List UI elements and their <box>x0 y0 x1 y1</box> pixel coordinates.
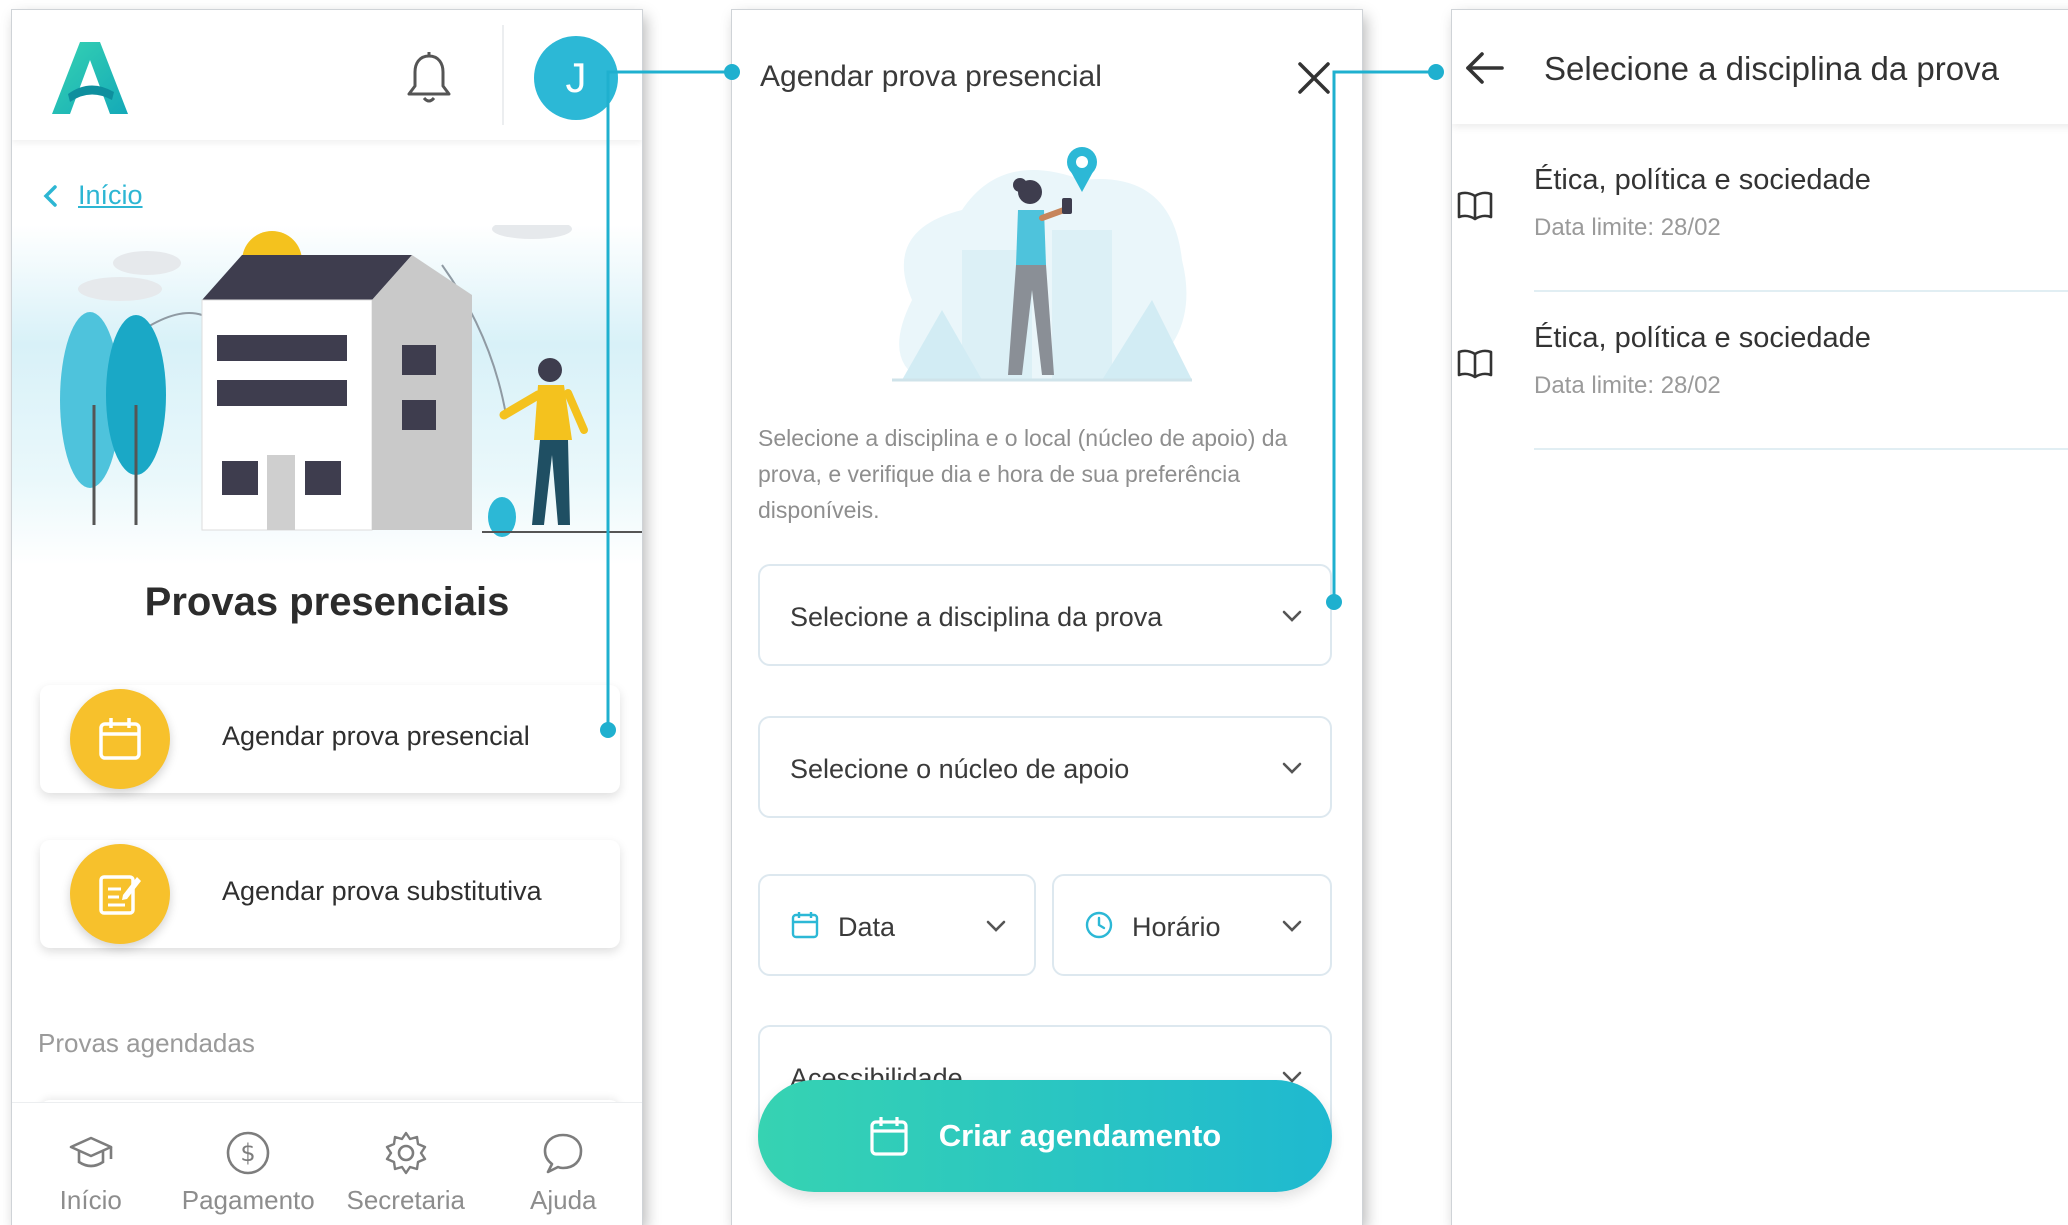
date-select-placeholder: Data <box>838 912 896 942</box>
notification-bell-icon[interactable] <box>404 50 454 106</box>
close-icon[interactable] <box>1294 58 1334 98</box>
nav-label-inicio: Início <box>59 1185 122 1215</box>
subject-name: Ética, política e sociedade <box>1534 322 1871 354</box>
create-appointment-button[interactable]: Criar agendamento <box>758 1080 1332 1192</box>
schedule-makeup-exam-card[interactable]: Agendar prova substitutiva <box>40 840 620 948</box>
chat-bubble-icon <box>543 1133 583 1174</box>
phone-screen-home: J Início Provas presenciais Agendar prov… <box>12 10 642 1225</box>
subject-select-placeholder: Selecione a disciplina da prova <box>790 602 1163 632</box>
open-book-icon <box>1457 191 1493 221</box>
time-select[interactable]: Horário <box>1052 874 1332 976</box>
schedule-exam-label: Agendar prova presencial <box>222 721 530 751</box>
nav-label-pagamento: Pagamento <box>181 1185 315 1215</box>
subject-name: Ética, política e sociedade <box>1534 164 1871 196</box>
schedule-exam-card[interactable]: Agendar prova presencial <box>40 685 620 793</box>
page-title: Provas presenciais <box>144 580 510 624</box>
chevron-down-icon <box>1282 762 1302 774</box>
chevron-down-icon <box>1282 920 1302 932</box>
clock-icon <box>1085 911 1113 939</box>
chevron-left-icon <box>43 184 57 207</box>
open-book-icon <box>1457 349 1493 379</box>
subject-due-date: Data limite: 28/02 <box>1534 372 1721 399</box>
user-avatar[interactable]: J <box>534 36 618 120</box>
schedule-makeup-exam-label: Agendar prova substitutiva <box>222 876 542 906</box>
breadcrumb[interactable]: Início <box>42 180 143 211</box>
header-divider <box>502 25 504 125</box>
calendar-icon <box>870 1117 908 1156</box>
instructions-text: Selecione a disciplina e o local (núcleo… <box>758 425 1288 523</box>
breadcrumb-home-link[interactable]: Início <box>78 180 143 211</box>
nav-item-secretaria[interactable]: Secretaria <box>331 1103 481 1225</box>
list-item[interactable]: Ética, política e sociedade Data limite:… <box>1452 134 2068 292</box>
list-divider <box>1534 448 2068 450</box>
phone-screen-schedule: Agendar prova presencial Selecione a dis… <box>732 10 1362 1225</box>
nav-item-pagamento[interactable]: $ Pagamento <box>173 1103 323 1225</box>
modal-title: Agendar prova presencial <box>760 60 1102 93</box>
nav-item-ajuda[interactable]: Ajuda <box>488 1103 638 1225</box>
scheduled-exams-heading: Provas agendadas <box>38 1028 255 1058</box>
chevron-down-icon <box>986 920 1006 932</box>
building-illustration <box>12 225 642 565</box>
svg-text:$: $ <box>241 1139 256 1167</box>
date-select[interactable]: Data <box>758 874 1036 976</box>
list-item[interactable]: Ética, política e sociedade Data limite:… <box>1452 292 2068 450</box>
back-arrow-icon[interactable] <box>1464 50 1506 86</box>
create-appointment-label: Criar agendamento <box>938 1118 1222 1153</box>
edit-document-icon <box>70 844 170 944</box>
calendar-icon <box>70 689 170 789</box>
nav-label-ajuda: Ajuda <box>530 1185 597 1215</box>
connector-dot <box>1428 64 1444 80</box>
time-select-placeholder: Horário <box>1132 912 1221 942</box>
calendar-icon <box>791 912 819 939</box>
subject-list-title: Selecione a disciplina da prova <box>1544 50 1999 87</box>
nav-label-secretaria: Secretaria <box>346 1185 466 1215</box>
support-center-select-placeholder: Selecione o núcleo de apoio <box>790 754 1130 784</box>
subject-list-header: Selecione a disciplina da prova <box>1452 10 2068 124</box>
gear-icon <box>385 1131 426 1175</box>
bottom-navigation: Início $ Pagamento Secretaria Ajuda <box>12 1102 642 1225</box>
chevron-down-icon <box>1282 610 1302 622</box>
dollar-coin-icon: $ <box>226 1131 270 1175</box>
subject-due-date: Data limite: 28/02 <box>1534 214 1721 241</box>
woman-with-map-pin-illustration <box>892 147 1192 382</box>
subject-select[interactable]: Selecione a disciplina da prova <box>758 564 1332 666</box>
phone-screen-select-subject: Selecione a disciplina da prova Ética, p… <box>1452 10 2068 1225</box>
graduation-cap-icon <box>69 1136 113 1168</box>
app-logo-icon <box>52 42 128 114</box>
app-header: J <box>12 10 642 140</box>
nav-item-inicio[interactable]: Início <box>16 1103 166 1225</box>
support-center-select[interactable]: Selecione o núcleo de apoio <box>758 716 1332 818</box>
